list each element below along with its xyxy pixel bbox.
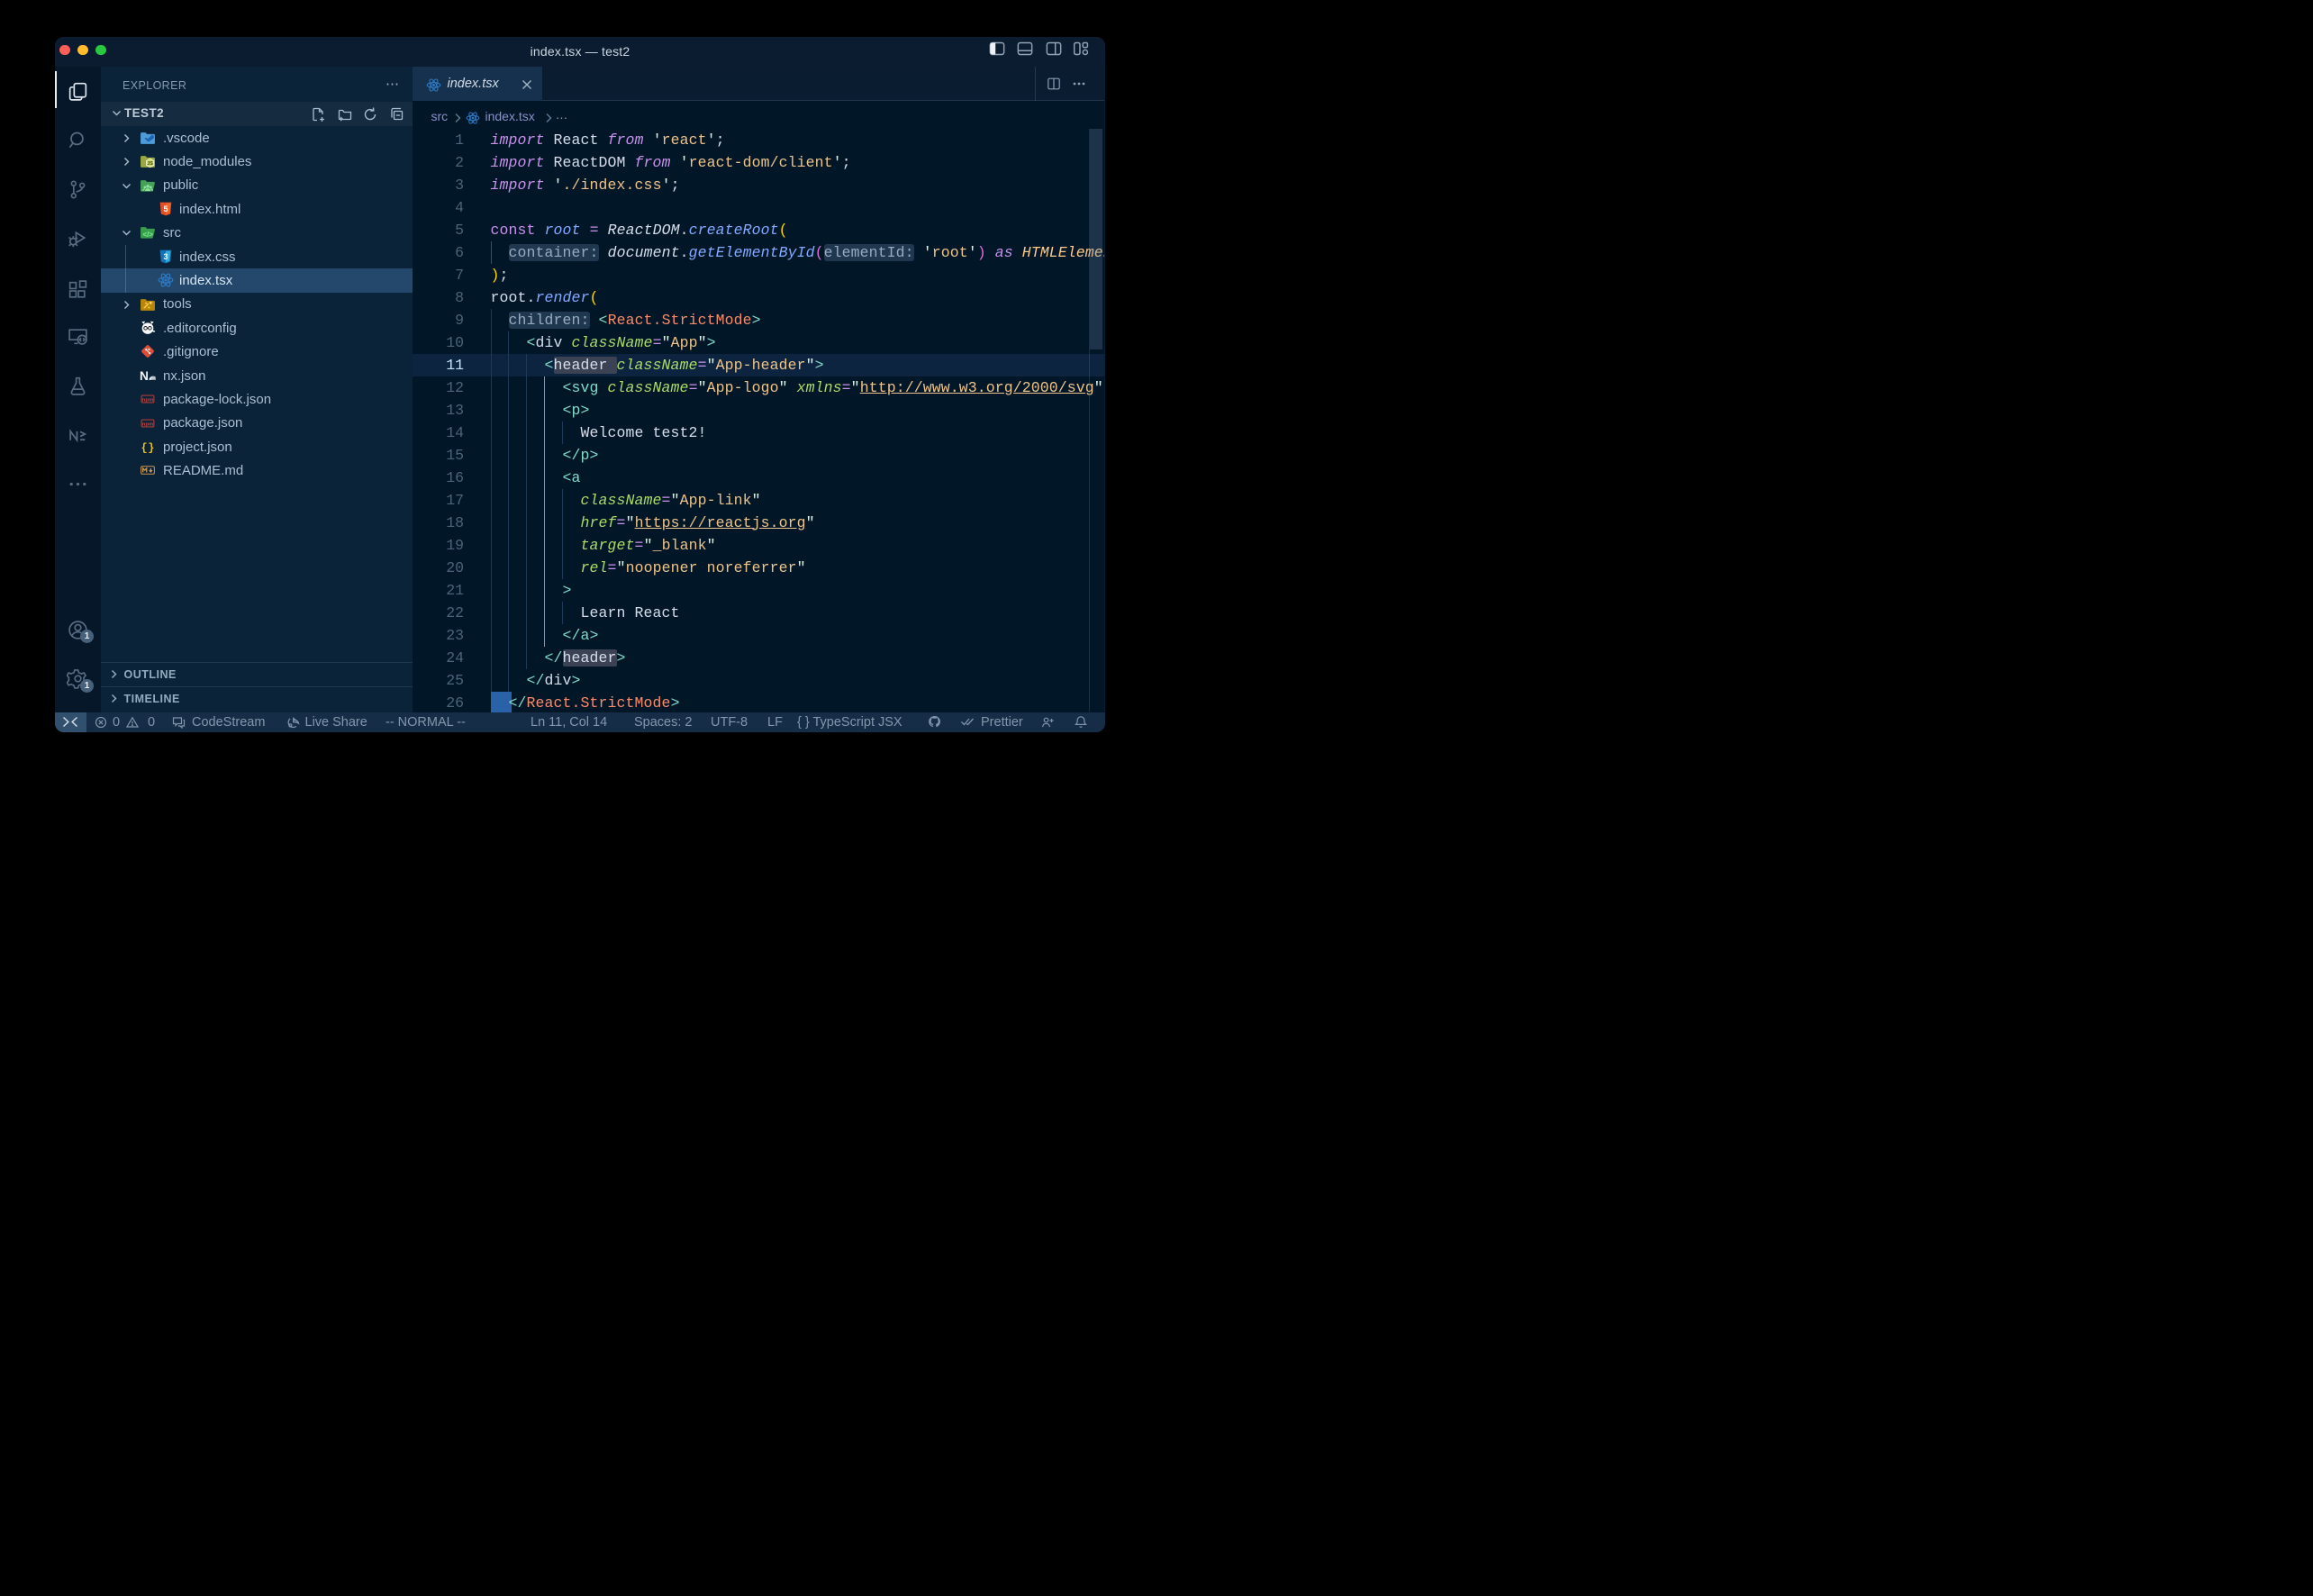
svg-text:3: 3: [163, 252, 168, 261]
svg-text:JS: JS: [147, 161, 153, 167]
svg-text:N: N: [140, 369, 149, 383]
svg-text:npm: npm: [142, 422, 153, 427]
svg-text:5: 5: [163, 204, 168, 213]
svg-text:</>: </>: [142, 231, 153, 239]
svg-text:npm: npm: [142, 398, 153, 404]
svg-text:{ }: { }: [141, 443, 155, 455]
